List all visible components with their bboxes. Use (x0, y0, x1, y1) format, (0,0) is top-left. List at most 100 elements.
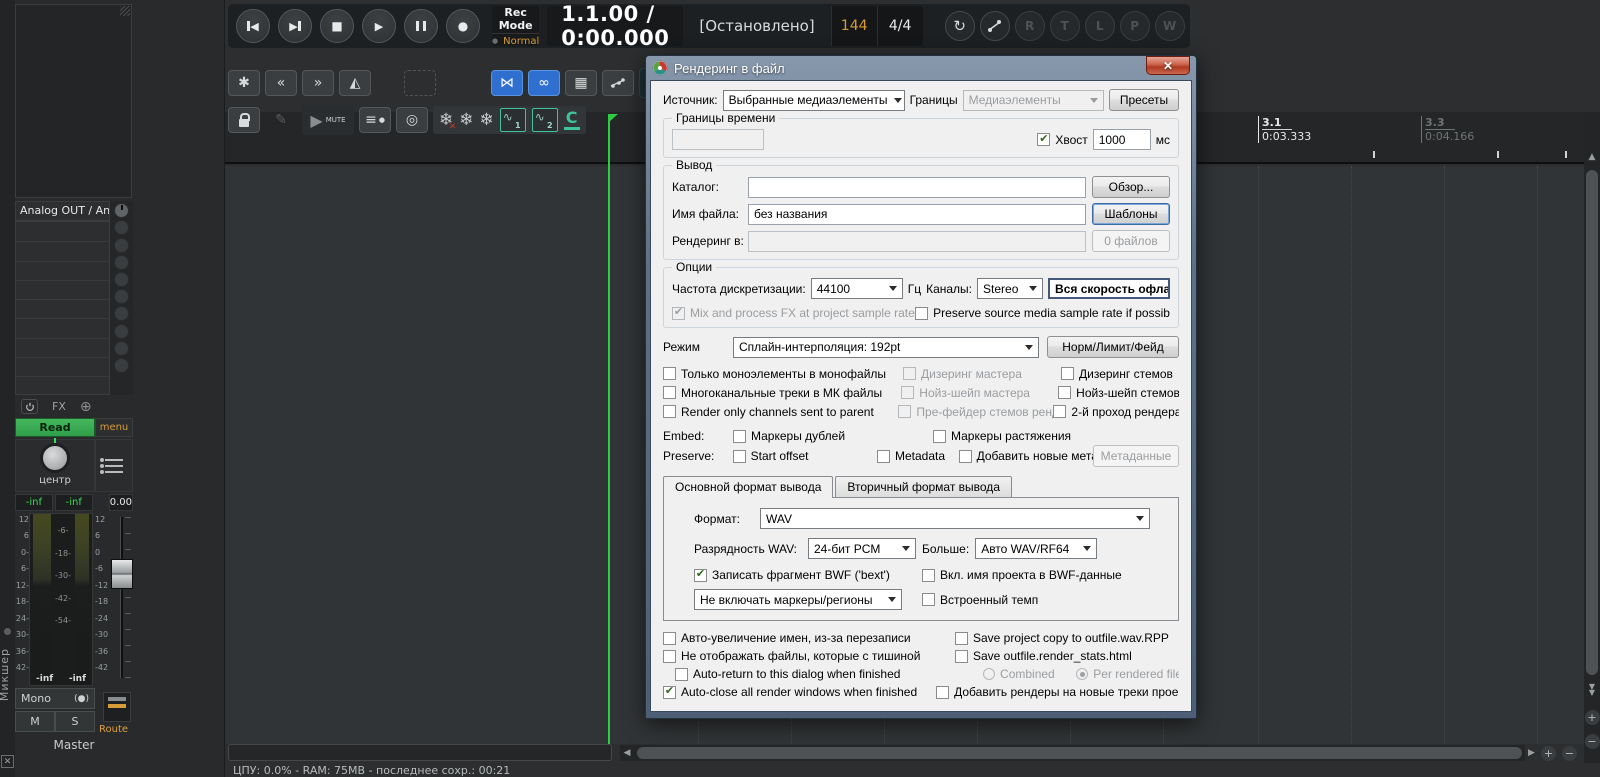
templates-button[interactable]: Шаблоны (1092, 203, 1170, 225)
dither-stems-checkbox[interactable]: Дизеринг стемов (1061, 367, 1173, 381)
zoom-out-vertical-icon[interactable]: − (1585, 734, 1600, 749)
render-item-1-icon[interactable]: 1 (500, 108, 526, 132)
parent-channels-checkbox[interactable]: Render only channels sent to parent (663, 405, 898, 419)
multichannel-checkbox[interactable]: Многоканальные треки в МК файлы (663, 386, 901, 400)
master-solo-button[interactable]: S (55, 711, 95, 732)
send-knob[interactable] (114, 255, 129, 270)
redo-icon[interactable]: » (302, 70, 334, 96)
add-fx-icon[interactable]: ⊕ (80, 399, 92, 415)
dither-master-checkbox[interactable]: Дизеринг мастера (903, 367, 1061, 381)
save-project-copy-checkbox[interactable]: Save project copy to outfile.wav.RPP (955, 631, 1169, 645)
prefader-stems-checkbox[interactable]: Пре-фейдер стемов рендер (898, 405, 1053, 419)
horizontal-scrollbar[interactable]: ◀ (620, 745, 1525, 761)
record-button[interactable]: ● (446, 9, 480, 43)
tail-ms-input[interactable]: 1000 (1093, 129, 1151, 150)
mode-w-button[interactable]: W (1155, 11, 1185, 41)
grid-icon[interactable]: ▦ (565, 70, 597, 96)
time-signature-display[interactable]: 4/4 (877, 6, 923, 46)
zoom-in-vertical-icon[interactable]: + (1585, 710, 1600, 725)
cancel-button[interactable]: Отмена (1087, 711, 1179, 712)
mono-files-checkbox[interactable]: Только моноэлементы в монофайлы (663, 367, 903, 381)
docker-handle[interactable] (4, 628, 11, 635)
output-routing-label[interactable]: Analog OUT / An (15, 201, 110, 221)
time-display[interactable]: 1.1.00 / 0:00.000 (547, 6, 683, 46)
play-button[interactable]: ▶ (362, 9, 396, 43)
save-settings-button[interactable]: Save settings (745, 711, 837, 712)
freeze-icon[interactable]: ❄ (459, 110, 473, 130)
settings-gear-icon[interactable]: ✱ (228, 70, 260, 96)
fx-power-icon[interactable] (21, 399, 38, 414)
volume-readout[interactable]: 0.00 (109, 494, 133, 511)
edit-cursor[interactable] (608, 114, 610, 744)
master-mute-button[interactable]: M (15, 711, 55, 732)
rec-mode-selector[interactable]: Rec Mode Normal (492, 6, 539, 46)
send-knob[interactable] (114, 220, 129, 235)
envelope-mode-button[interactable] (980, 11, 1010, 41)
bwf-checkbox[interactable]: Записать фрагмент BWF ('bext') (694, 568, 922, 582)
render-speed-dropdown[interactable]: Вся скорость офлайн (1048, 278, 1170, 299)
filename-input[interactable]: без названия (748, 204, 1086, 225)
auto-close-checkbox[interactable]: Auto-close all render windows when finis… (663, 685, 936, 699)
master-track-label[interactable]: Master (15, 738, 133, 752)
close-icon[interactable]: ✕ (1146, 56, 1190, 75)
mixer-menu-button[interactable]: menu (95, 418, 133, 437)
render-button[interactable]: Рендер (файлов нет) (955, 711, 1081, 712)
zoom-out-horizontal-icon[interactable]: − (1562, 746, 1577, 761)
second-pass-checkbox[interactable]: 2-й проход рендера (1053, 405, 1179, 419)
dialog-title-bar[interactable]: Рендеринг в файл ✕ (650, 56, 1192, 80)
normalize-button[interactable]: Норм/Лимит/Фейд (1047, 336, 1179, 358)
loop-source-icon[interactable]: ◎ (396, 107, 428, 133)
link-icon[interactable]: ∞ (528, 70, 560, 96)
mode-l-button[interactable]: L (1085, 11, 1115, 41)
crop-icon[interactable]: C (564, 110, 580, 130)
automation-read-button[interactable]: Read (15, 418, 95, 437)
send-slots[interactable] (15, 221, 110, 395)
lock-icon[interactable] (228, 107, 260, 133)
master-fader[interactable] (111, 559, 133, 589)
send-knob[interactable] (114, 306, 129, 321)
fx-button[interactable]: FX (52, 400, 66, 413)
larger-files-dropdown[interactable]: Авто WAV/RF64 (975, 538, 1097, 559)
start-offset-checkbox[interactable]: Start offset (733, 449, 877, 463)
send-knob[interactable] (114, 358, 129, 373)
tab-primary-format[interactable]: Основной формат вывода (663, 476, 833, 498)
save-render-stats-checkbox[interactable]: Save outfile.render_stats.html (955, 649, 1132, 663)
presets-button[interactable]: Пресеты (1109, 89, 1179, 111)
browse-button[interactable]: Обзор... (1092, 176, 1170, 198)
no-silent-files-checkbox[interactable]: Не отображать файлы, которые с тишиной (663, 649, 955, 663)
mixer-close-icon[interactable]: ✕ (1, 755, 14, 768)
pause-button[interactable] (404, 9, 438, 43)
stretch-markers-checkbox[interactable]: Маркеры растяжения (933, 429, 1071, 443)
metadata-checkbox[interactable]: Metadata (877, 449, 959, 463)
horizontal-scroll-thumb[interactable] (637, 747, 1522, 759)
send-knob[interactable] (114, 272, 129, 287)
scroll-right-icon[interactable]: ▶ (1528, 748, 1535, 758)
tab-secondary-format[interactable]: Вторичный формат вывода (835, 476, 1012, 497)
tempo-display[interactable]: 144 (831, 6, 877, 46)
auto-increment-checkbox[interactable]: Авто-увеличение имен, из-за перезаписи (663, 631, 955, 645)
send-knob[interactable] (114, 324, 129, 339)
undo-icon[interactable]: « (265, 70, 297, 96)
crossfade-icon[interactable]: ⋈ (491, 70, 523, 96)
tail-checkbox[interactable]: Хвост (1037, 133, 1087, 147)
mono-button[interactable]: Mono (●) (15, 688, 95, 709)
send-knob[interactable] (114, 203, 129, 218)
noise-shape-stems-checkbox[interactable]: Нойз-шейп стемов (1058, 386, 1179, 400)
resize-grip[interactable] (120, 6, 130, 16)
repeat-button[interactable]: ↻ (945, 11, 975, 41)
source-dropdown[interactable]: Выбранные медиаэлементы (723, 90, 905, 111)
directory-input[interactable] (748, 177, 1086, 198)
vertical-scrollbar[interactable]: ▲ ▼▼ + − (1584, 112, 1600, 777)
resample-mode-dropdown[interactable]: Сплайн-интерполяция: 192pt (733, 337, 1039, 358)
envelope-points-icon[interactable] (602, 70, 634, 96)
mode-r-button[interactable]: R (1015, 11, 1045, 41)
project-name-bwf-checkbox[interactable]: Вкл. имя проекта в BWF-данные (922, 568, 1122, 582)
preserve-rate-checkbox[interactable]: Preserve source media sample rate if pos… (915, 306, 1170, 320)
markers-regions-dropdown[interactable]: Не включать маркеры/регионы (694, 589, 902, 610)
peak-readout-right[interactable]: -inf (55, 494, 93, 511)
auto-return-checkbox[interactable]: Auto-return to this dialog when finished (675, 667, 947, 681)
render-item-2-icon[interactable]: 2 (532, 108, 558, 132)
go-to-end-button[interactable]: ▶ (278, 9, 312, 43)
queue-button[interactable]: Queue... (663, 711, 739, 712)
stats-per-file-radio[interactable]: Per rendered file (1076, 667, 1179, 681)
